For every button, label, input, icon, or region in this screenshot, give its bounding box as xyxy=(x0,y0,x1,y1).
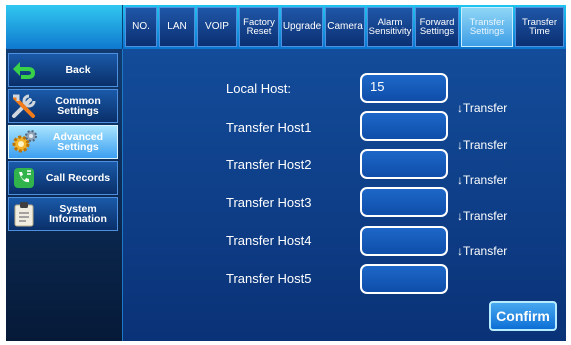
tools-icon xyxy=(9,91,39,121)
tab-camera[interactable]: Camera xyxy=(325,7,365,47)
sidebar-item-label: Advanced Settings xyxy=(52,131,104,153)
sidebar-item-label: Back xyxy=(65,64,91,76)
tab-transfer-settings[interactable]: Transfer Settings xyxy=(461,7,513,47)
transfer-host4-label: Transfer Host4 xyxy=(226,233,312,248)
tab-lan[interactable]: LAN xyxy=(159,7,195,47)
sidebar-item-call-records[interactable]: Call Records xyxy=(8,161,118,195)
transfer-link-4[interactable]: ↓Transfer xyxy=(457,209,507,223)
gears-icon xyxy=(9,127,39,157)
transfer-host4-field[interactable] xyxy=(360,226,448,256)
transfer-host1-field[interactable] xyxy=(360,111,448,141)
call-records-icon xyxy=(9,163,39,193)
back-arrow-icon xyxy=(9,55,39,85)
transfer-link-3[interactable]: ↓Transfer xyxy=(457,173,507,187)
transfer-host2-field[interactable] xyxy=(360,149,448,179)
transfer-host5-label: Transfer Host5 xyxy=(226,271,312,286)
tab-forward-settings[interactable]: Forward Settings xyxy=(415,7,459,47)
transfer-link-5[interactable]: ↓Transfer xyxy=(457,244,507,258)
clipboard-icon xyxy=(9,199,39,229)
transfer-host3-field[interactable] xyxy=(360,187,448,217)
sidebar-item-label: Common Settings xyxy=(55,95,101,117)
sidebar-item-label: Call Records xyxy=(45,172,111,184)
top-tab-bar: NO. LAN VOIP Factory Reset Upgrade Camer… xyxy=(6,5,566,49)
tab-alarm-sensitivity[interactable]: Alarm Sensitivity xyxy=(367,7,413,47)
tab-voip[interactable]: VOIP xyxy=(197,7,237,47)
transfer-host1-label: Transfer Host1 xyxy=(226,120,312,135)
transfer-link-1[interactable]: ↓Transfer xyxy=(457,101,507,115)
transfer-host5-field[interactable] xyxy=(360,264,448,294)
sidebar-item-common-settings[interactable]: Common Settings xyxy=(8,89,118,123)
local-host-field[interactable]: 15 xyxy=(360,73,448,103)
sidebar-item-advanced-settings[interactable]: Advanced Settings xyxy=(8,125,118,159)
topbar-corner xyxy=(6,5,123,49)
transfer-link-2[interactable]: ↓Transfer xyxy=(457,138,507,152)
tab-factory-reset[interactable]: Factory Reset xyxy=(239,7,279,47)
transfer-settings-panel: Local Host: 15 Transfer Host1 ↓Transfer … xyxy=(123,49,566,341)
sidebar: Back Common Settings Advanced Settings C… xyxy=(6,49,124,341)
transfer-host3-label: Transfer Host3 xyxy=(226,195,312,210)
sidebar-item-system-information[interactable]: System Information xyxy=(8,197,118,231)
tab-upgrade[interactable]: Upgrade xyxy=(281,7,323,47)
device-screen: NO. LAN VOIP Factory Reset Upgrade Camer… xyxy=(6,5,566,341)
sidebar-item-back[interactable]: Back xyxy=(8,53,118,87)
local-host-label: Local Host: xyxy=(226,81,292,96)
transfer-host2-label: Transfer Host2 xyxy=(226,157,312,172)
confirm-button[interactable]: Confirm xyxy=(489,301,557,331)
sidebar-item-label: System Information xyxy=(49,203,107,225)
tab-transfer-time[interactable]: Transfer Time xyxy=(515,7,564,47)
tab-no[interactable]: NO. xyxy=(125,7,157,47)
